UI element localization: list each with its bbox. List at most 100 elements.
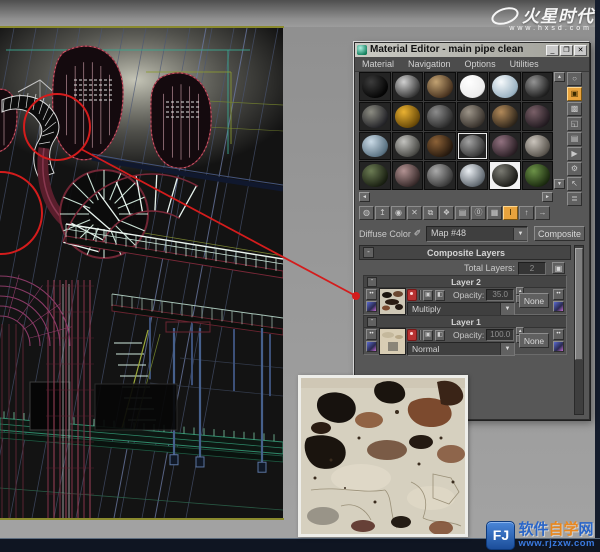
duplicate-layer-icon[interactable]: ▣: [423, 330, 433, 341]
3d-viewport[interactable]: [0, 28, 283, 518]
window-title: Material Editor - main pipe clean: [370, 43, 543, 57]
palette-scroll-right-button[interactable]: ►: [542, 192, 553, 202]
get-material-icon[interactable]: ◍: [359, 206, 374, 220]
menu-options[interactable]: Options: [458, 57, 503, 71]
reset-map-icon[interactable]: ✕: [407, 206, 422, 220]
scrollbar-thumb[interactable]: [575, 248, 583, 360]
params-scrollbar[interactable]: [574, 245, 584, 415]
pick-material-icon[interactable]: ✐: [411, 227, 424, 240]
video-color-check-icon[interactable]: ▤: [567, 132, 582, 146]
options-icon[interactable]: ⚙: [567, 162, 582, 176]
chevron-down-icon[interactable]: ▼: [500, 343, 514, 355]
material-slot[interactable]: [457, 132, 489, 161]
assign-material-to-selection-icon[interactable]: ◉: [391, 206, 406, 220]
show-map-in-viewport-icon[interactable]: ▦: [487, 206, 502, 220]
add-layer-button[interactable]: ▣: [552, 262, 565, 274]
total-layers-value[interactable]: 2: [518, 262, 546, 275]
material-slot[interactable]: [424, 102, 456, 131]
menu-utilities[interactable]: Utilities: [503, 57, 546, 71]
chevron-down-icon[interactable]: ▼: [500, 303, 514, 315]
layer-toggle-button[interactable]: ••: [366, 289, 377, 300]
material-id-channel-icon[interactable]: ⓪: [471, 206, 486, 220]
minimize-button[interactable]: _: [546, 45, 559, 56]
material-slot[interactable]: [424, 161, 456, 190]
rename-layer-icon[interactable]: ◧: [435, 290, 445, 301]
material-slot[interactable]: [392, 102, 424, 131]
collapse-icon[interactable]: -: [367, 277, 377, 287]
material-slot[interactable]: [457, 72, 489, 101]
material-map-navigator-icon[interactable]: ≣: [567, 192, 582, 206]
material-slot[interactable]: [489, 132, 521, 161]
collapse-icon[interactable]: -: [363, 247, 374, 258]
palette-scroll-up-button[interactable]: ▲: [554, 72, 565, 82]
show-end-result-icon[interactable]: Ⅰ: [503, 206, 518, 220]
layer-1-header[interactable]: - Layer 1: [364, 316, 566, 328]
material-slot[interactable]: [489, 161, 521, 190]
material-slot[interactable]: [457, 102, 489, 131]
material-slot[interactable]: [359, 72, 391, 101]
duplicate-layer-icon[interactable]: ▣: [423, 290, 433, 301]
make-material-copy-icon[interactable]: ⧉: [423, 206, 438, 220]
select-by-material-icon[interactable]: ↖: [567, 177, 582, 191]
material-slot[interactable]: [424, 72, 456, 101]
background-icon[interactable]: ▩: [567, 102, 582, 116]
delete-layer-icon[interactable]: [407, 289, 417, 301]
material-slot[interactable]: [522, 72, 554, 101]
layer-mask-button[interactable]: None: [519, 293, 549, 308]
palette-scroll-down-button[interactable]: ▼: [554, 179, 565, 189]
layer-2-header[interactable]: - Layer 2: [364, 276, 566, 288]
layer-toggle-button[interactable]: ••: [366, 329, 377, 340]
material-slot[interactable]: [457, 161, 489, 190]
menu-navigation[interactable]: Navigation: [401, 57, 458, 71]
color-correction-button[interactable]: [366, 301, 377, 312]
material-slot[interactable]: [424, 132, 456, 161]
sample-type-icon[interactable]: ○: [567, 72, 582, 86]
material-slot[interactable]: [359, 132, 391, 161]
blend-mode-dropdown[interactable]: Normal ▼: [407, 342, 515, 356]
material-slot[interactable]: [392, 161, 424, 190]
put-material-to-scene-icon[interactable]: ↥: [375, 206, 390, 220]
collapse-icon[interactable]: -: [367, 317, 377, 327]
sample-uv-tiling-icon[interactable]: ◱: [567, 117, 582, 131]
close-button[interactable]: ✕: [574, 45, 587, 56]
material-slot[interactable]: [359, 161, 391, 190]
color-correction-button[interactable]: [553, 341, 564, 352]
material-slot[interactable]: [392, 72, 424, 101]
layer-texture-thumbnail[interactable]: [379, 288, 406, 315]
backlight-icon[interactable]: ▣: [567, 87, 582, 101]
material-slot[interactable]: [522, 161, 554, 190]
material-type-button[interactable]: Composite: [534, 226, 585, 241]
go-to-parent-icon[interactable]: ↑: [519, 206, 534, 220]
material-sphere-preview: [460, 164, 486, 187]
menu-material[interactable]: Material: [355, 57, 401, 71]
map-name-dropdown[interactable]: Map #48 ▼: [426, 226, 528, 242]
map-slot-label: Diffuse Color: [359, 229, 411, 239]
layer-texture-thumbnail[interactable]: [379, 328, 406, 355]
put-to-library-icon[interactable]: ▤: [455, 206, 470, 220]
layer-toggle-button[interactable]: ••: [553, 329, 564, 340]
material-slot[interactable]: [392, 132, 424, 161]
color-correction-button[interactable]: [366, 341, 377, 352]
material-slot[interactable]: [359, 102, 391, 131]
material-sphere-preview: [492, 105, 518, 128]
material-slot[interactable]: [489, 72, 521, 101]
palette-scroll-left-button[interactable]: ◄: [359, 192, 370, 202]
layer-toggle-button[interactable]: ••: [553, 289, 564, 300]
opacity-value[interactable]: 35.0: [486, 289, 514, 301]
opacity-value[interactable]: 100.0: [486, 329, 514, 341]
make-preview-icon[interactable]: ▶: [567, 147, 582, 161]
blend-mode-dropdown[interactable]: Multiply ▼: [407, 302, 515, 316]
composite-layers-rollout[interactable]: - Composite Layers: [359, 245, 571, 260]
rename-layer-icon[interactable]: ◧: [435, 330, 445, 341]
restore-button[interactable]: ❐: [560, 45, 573, 56]
material-editor-titlebar[interactable]: Material Editor - main pipe clean _ ❐ ✕: [355, 43, 589, 57]
layer-mask-button[interactable]: None: [519, 333, 549, 348]
material-slot[interactable]: [489, 102, 521, 131]
go-forward-to-sibling-icon[interactable]: →: [535, 206, 550, 220]
material-slot[interactable]: [522, 132, 554, 161]
delete-layer-icon[interactable]: [407, 329, 417, 341]
color-correction-button[interactable]: [553, 301, 564, 312]
chevron-down-icon[interactable]: ▼: [513, 228, 527, 240]
make-unique-icon[interactable]: ❖: [439, 206, 454, 220]
material-slot[interactable]: [522, 102, 554, 131]
